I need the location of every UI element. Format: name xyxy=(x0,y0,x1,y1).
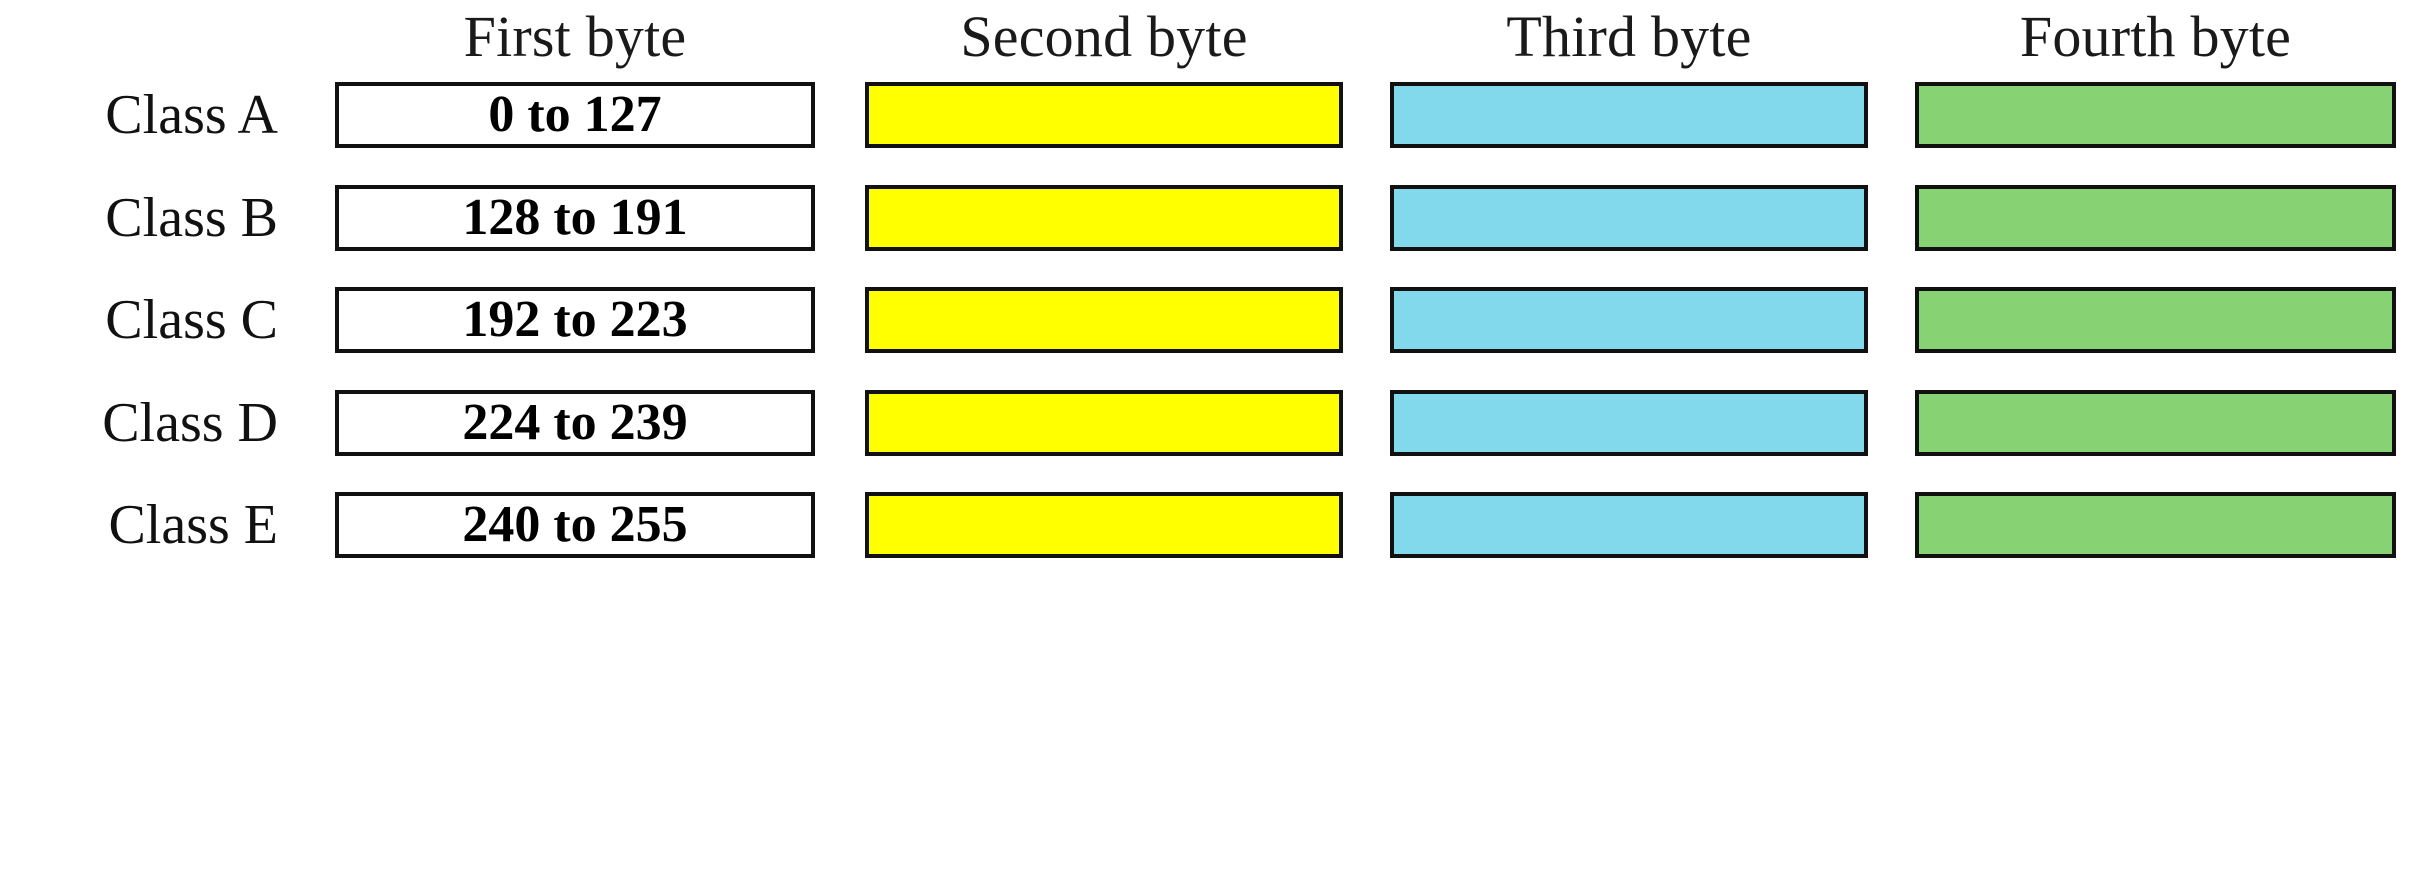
column-header-third-byte: Third byte xyxy=(1506,4,1752,69)
class-label-c: Class C xyxy=(105,289,278,351)
first-byte-cell-d: 224 to 239 xyxy=(335,389,815,456)
fourth-byte-cell-e xyxy=(1915,492,2396,558)
class-label-a: Class A xyxy=(105,84,278,146)
fourth-byte-cell-a xyxy=(1915,82,2396,148)
fourth-byte-cell-d xyxy=(1915,389,2396,456)
table-row: Class A 0 to 127 xyxy=(0,82,2424,148)
first-byte-range-d: 224 to 239 xyxy=(462,393,688,451)
first-byte-cell-a: 0 to 127 xyxy=(335,82,815,148)
column-header-second-byte: Second byte xyxy=(960,4,1248,69)
second-byte-cell-e xyxy=(865,492,1343,558)
third-byte-cell-c xyxy=(1390,287,1868,353)
fourth-byte-cell-b xyxy=(1915,184,2396,251)
table-row: Class E 240 to 255 xyxy=(0,492,2424,558)
first-byte-cell-b: 128 to 191 xyxy=(335,184,815,251)
column-header-row: First byte Second byte Third byte Fourth… xyxy=(0,0,2424,78)
first-byte-range-e: 240 to 255 xyxy=(462,496,688,553)
third-byte-cell-d xyxy=(1390,389,1868,456)
first-byte-range-b: 128 to 191 xyxy=(462,188,688,246)
third-byte-cell-e xyxy=(1390,492,1868,558)
second-byte-cell-a xyxy=(865,82,1343,148)
second-byte-cell-c xyxy=(865,287,1343,353)
third-byte-cell-b xyxy=(1390,184,1868,251)
ip-class-byte-range-figure: First byte Second byte Third byte Fourth… xyxy=(0,0,2424,892)
first-byte-range-a: 0 to 127 xyxy=(488,86,662,143)
first-byte-cell-e: 240 to 255 xyxy=(335,492,815,558)
second-byte-cell-d xyxy=(865,389,1343,456)
class-label-e: Class E xyxy=(108,494,278,556)
class-label-b: Class B xyxy=(105,186,278,249)
fourth-byte-cell-c xyxy=(1915,287,2396,353)
first-byte-cell-c: 192 to 223 xyxy=(335,287,815,353)
first-byte-range-c: 192 to 223 xyxy=(462,291,688,348)
second-byte-cell-b xyxy=(865,184,1343,251)
column-header-fourth-byte: Fourth byte xyxy=(2019,4,2292,69)
table-row: Class D 224 to 239 xyxy=(0,389,2424,456)
table-row: Class C 192 to 223 xyxy=(0,287,2424,353)
table-row: Class B 128 to 191 xyxy=(0,184,2424,251)
column-header-first-byte: First byte xyxy=(463,4,687,69)
class-label-d: Class D xyxy=(102,391,278,454)
third-byte-cell-a xyxy=(1390,82,1868,148)
